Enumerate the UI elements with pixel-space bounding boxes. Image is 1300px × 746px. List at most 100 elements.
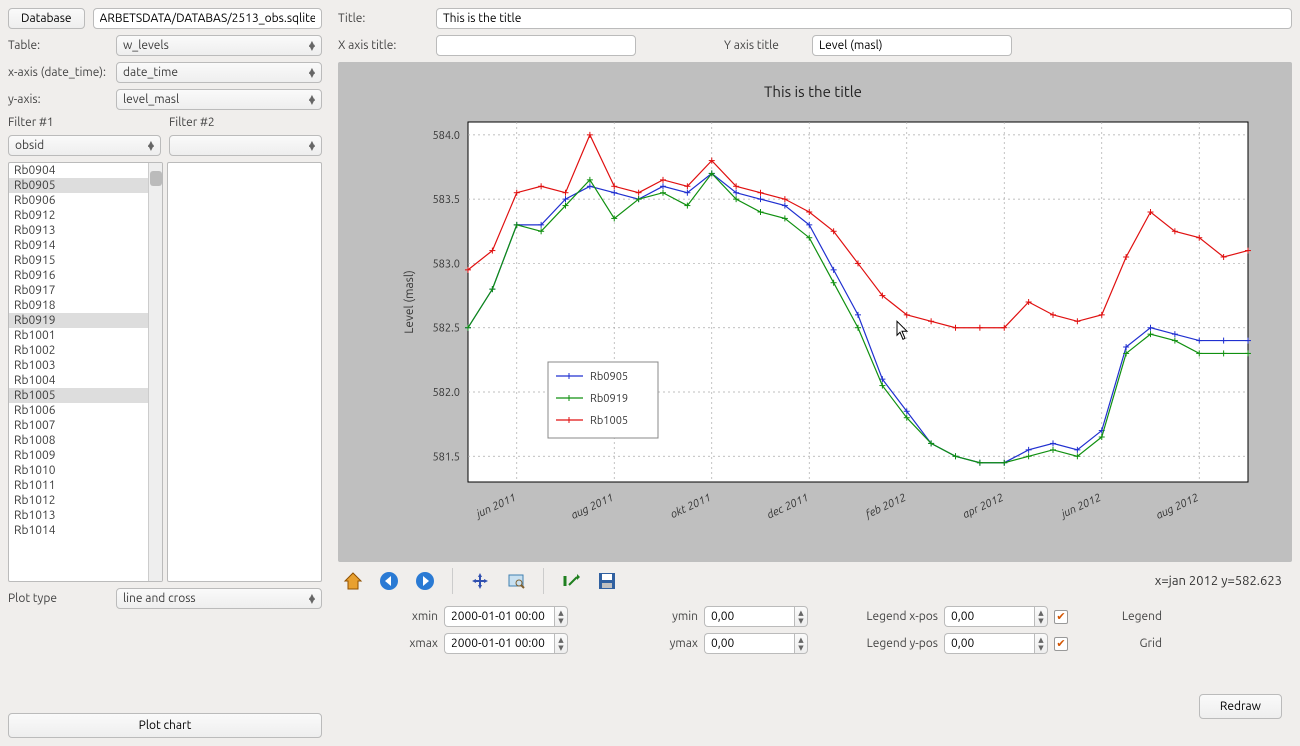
- list-item[interactable]: Rb0912: [9, 208, 162, 223]
- list-item[interactable]: Rb0918: [9, 298, 162, 313]
- yaxis-combo[interactable]: level_masl ▲▼: [116, 89, 322, 110]
- yaxis-title-field[interactable]: [812, 35, 1012, 56]
- ymax-label: ymax: [608, 637, 698, 650]
- list-item[interactable]: Rb0906: [9, 193, 162, 208]
- svg-text:jun 2012: jun 2012: [1058, 492, 1103, 522]
- list-item[interactable]: Rb1014: [9, 523, 162, 538]
- svg-text:aug 2012: aug 2012: [1154, 492, 1200, 522]
- stepper-buttons[interactable]: ▲▼: [794, 633, 808, 654]
- table-combo[interactable]: w_levels ▲▼: [116, 35, 322, 56]
- xaxis-label: x-axis (date_time):: [8, 66, 108, 79]
- list-item[interactable]: Rb1005: [9, 388, 162, 403]
- ymax-field[interactable]: [704, 633, 794, 654]
- xaxis-title-field[interactable]: [436, 35, 636, 56]
- list-item[interactable]: Rb0915: [9, 253, 162, 268]
- table-label: Table:: [8, 39, 108, 52]
- list-item[interactable]: Rb1006: [9, 403, 162, 418]
- back-icon[interactable]: [376, 568, 402, 594]
- pan-icon[interactable]: [467, 568, 493, 594]
- database-button[interactable]: Database: [8, 8, 85, 29]
- chevron-updown-icon: ▲▼: [309, 42, 315, 50]
- stepper-buttons[interactable]: ▲▼: [554, 633, 568, 654]
- list-item[interactable]: Rb0919: [9, 313, 162, 328]
- title-label: Title:: [338, 12, 428, 25]
- filter1-listbox[interactable]: Rb0904Rb0905Rb0906Rb0912Rb0913Rb0914Rb09…: [8, 162, 163, 582]
- list-item[interactable]: Rb1002: [9, 343, 162, 358]
- database-path-field[interactable]: [93, 8, 322, 29]
- scrollbar-thumb[interactable]: [150, 171, 162, 186]
- separator: [543, 568, 544, 594]
- list-item[interactable]: Rb1003: [9, 358, 162, 373]
- xmin-spinner[interactable]: ▲▼: [444, 606, 568, 627]
- stepper-buttons[interactable]: ▲▼: [1034, 606, 1048, 627]
- chart-canvas[interactable]: 581.5582.0582.5583.0583.5584.0jun 2011au…: [348, 72, 1278, 552]
- legend-xpos-spinner[interactable]: ▲▼: [944, 606, 1048, 627]
- list-item[interactable]: Rb1008: [9, 433, 162, 448]
- list-item[interactable]: Rb1012: [9, 493, 162, 508]
- forward-icon[interactable]: [412, 568, 438, 594]
- subplots-icon[interactable]: [558, 568, 584, 594]
- stepper-buttons[interactable]: ▲▼: [554, 606, 568, 627]
- svg-text:jun 2011: jun 2011: [473, 492, 518, 522]
- yaxis-title-label: Y axis title: [724, 39, 804, 52]
- xaxis-combo-value: date_time: [123, 66, 178, 79]
- yaxis-combo-value: level_masl: [123, 93, 179, 106]
- legend-checkbox[interactable]: ✔: [1054, 610, 1068, 624]
- xmin-field[interactable]: [444, 606, 554, 627]
- save-icon[interactable]: [594, 568, 620, 594]
- chevron-updown-icon: ▲▼: [309, 96, 315, 104]
- stepper-buttons[interactable]: ▲▼: [1034, 633, 1048, 654]
- title-field[interactable]: [436, 8, 1292, 29]
- chart-area: 581.5582.0582.5583.0583.5584.0jun 2011au…: [338, 62, 1292, 562]
- list-item[interactable]: Rb1007: [9, 418, 162, 433]
- home-icon[interactable]: [340, 568, 366, 594]
- yaxis-label: y-axis:: [8, 93, 108, 106]
- ymin-spinner[interactable]: ▲▼: [704, 606, 808, 627]
- list-item[interactable]: Rb1001: [9, 328, 162, 343]
- svg-text:Rb0919: Rb0919: [590, 393, 628, 405]
- xaxis-combo[interactable]: date_time ▲▼: [116, 62, 322, 83]
- list-item[interactable]: Rb0914: [9, 238, 162, 253]
- filter1-combo[interactable]: obsid ▲▼: [8, 135, 161, 156]
- filter2-listbox[interactable]: [167, 162, 322, 582]
- list-item[interactable]: Rb0917: [9, 283, 162, 298]
- list-item[interactable]: Rb1011: [9, 478, 162, 493]
- chevron-updown-icon: ▲▼: [148, 142, 154, 150]
- filter1-combo-value: obsid: [15, 139, 44, 152]
- zoom-icon[interactable]: [503, 568, 529, 594]
- chevron-updown-icon: ▲▼: [309, 142, 315, 150]
- ymax-spinner[interactable]: ▲▼: [704, 633, 808, 654]
- legend-ypos-field[interactable]: [944, 633, 1034, 654]
- legend-ypos-label: Legend y-pos: [848, 637, 938, 650]
- redraw-button[interactable]: Redraw: [1199, 694, 1282, 719]
- list-item[interactable]: Rb0916: [9, 268, 162, 283]
- plot-type-value: line and cross: [123, 592, 196, 605]
- list-item[interactable]: Rb0913: [9, 223, 162, 238]
- list-item[interactable]: Rb1004: [9, 373, 162, 388]
- legend-ypos-spinner[interactable]: ▲▼: [944, 633, 1048, 654]
- legend-xpos-field[interactable]: [944, 606, 1034, 627]
- xmax-spinner[interactable]: ▲▼: [444, 633, 568, 654]
- stepper-buttons[interactable]: ▲▼: [794, 606, 808, 627]
- svg-text:582.5: 582.5: [432, 323, 460, 335]
- list-item[interactable]: Rb0905: [9, 178, 162, 193]
- separator: [452, 568, 453, 594]
- ymin-field[interactable]: [704, 606, 794, 627]
- filter2-combo[interactable]: ▲▼: [169, 135, 322, 156]
- list-item[interactable]: Rb1010: [9, 463, 162, 478]
- plot-type-combo[interactable]: line and cross ▲▼: [116, 588, 322, 609]
- svg-text:582.0: 582.0: [432, 387, 460, 399]
- grid-checkbox[interactable]: ✔: [1054, 637, 1068, 651]
- filter1-label: Filter #1: [8, 116, 54, 129]
- filter2-label: Filter #2: [169, 116, 215, 129]
- list-item[interactable]: Rb0904: [9, 163, 162, 178]
- scrollbar[interactable]: [148, 163, 162, 581]
- xmax-field[interactable]: [444, 633, 554, 654]
- xmax-label: xmax: [348, 637, 438, 650]
- svg-text:Level (masl): Level (masl): [403, 270, 416, 334]
- list-item[interactable]: Rb1013: [9, 508, 162, 523]
- plot-chart-button[interactable]: Plot chart: [8, 713, 322, 738]
- list-item[interactable]: Rb1009: [9, 448, 162, 463]
- svg-text:This is the title: This is the title: [764, 83, 862, 100]
- svg-text:583.0: 583.0: [432, 258, 460, 270]
